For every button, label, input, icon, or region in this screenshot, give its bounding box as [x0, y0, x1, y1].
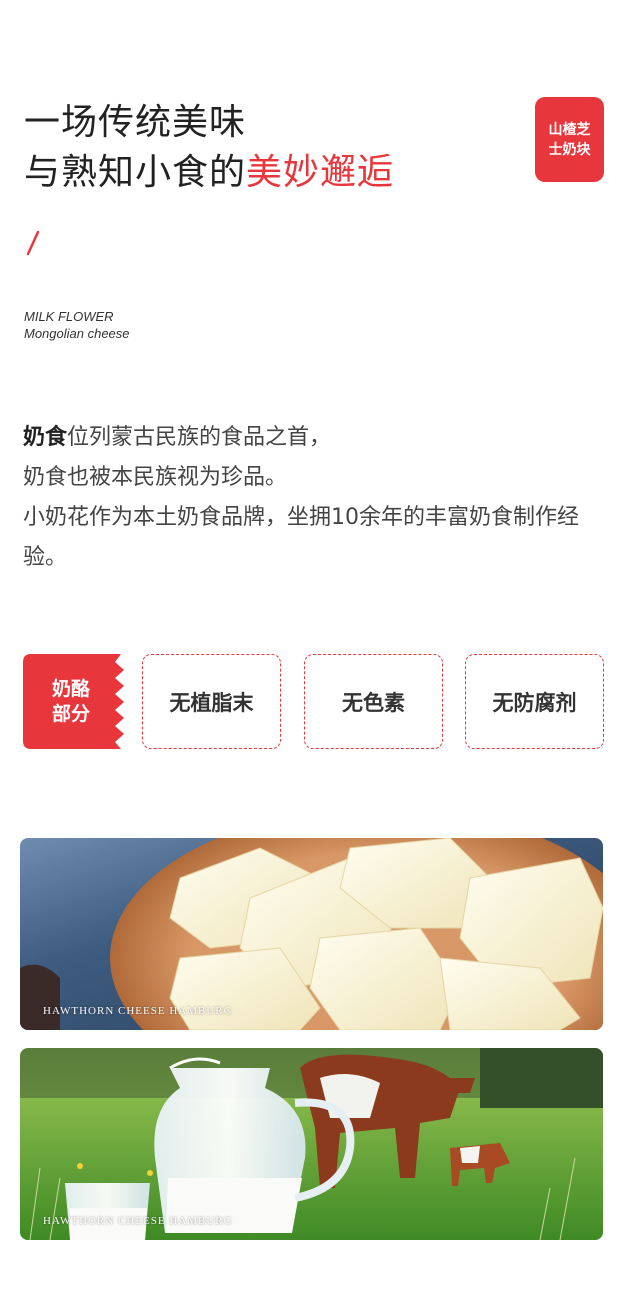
feature-no-coloring: 无色素: [304, 654, 443, 749]
photo-caption: HAWTHORN CHEESE HAMBURG: [43, 1215, 233, 1227]
cheese-cubes-photo: HAWTHORN CHEESE HAMBURG: [20, 838, 603, 1030]
headline-line-2-prefix: 与熟知小食的: [24, 152, 247, 193]
flavor-tag-line-2: 士奶块: [548, 141, 591, 158]
english-subtitle-line-1: MILK FLOWER: [24, 309, 114, 324]
english-subtitle-line-2: Mongolian cheese: [24, 326, 130, 341]
badge-line-2: 部分: [51, 702, 90, 725]
intro-paragraph: 奶食位列蒙古民族的食品之首， 奶食也被本民族视为珍品。 小奶花作为本土奶食品牌，…: [23, 418, 613, 578]
intro-line-1-rest: 位列蒙古民族的食品之首，: [67, 425, 332, 450]
slash-icon: [26, 230, 40, 256]
headline-accent: 美妙邂逅: [246, 152, 395, 193]
intro-bold-word: 奶食: [23, 425, 68, 450]
photo-caption: HAWTHORN CHEESE HAMBURG: [43, 1005, 233, 1017]
milk-and-cows-photo: HAWTHORN CHEESE HAMBURG: [20, 1048, 603, 1240]
feature-no-creamer: 无植脂末: [142, 654, 281, 749]
intro-line-2: 奶食也被本民族视为珍品。: [23, 465, 288, 490]
headline-line-1: 一场传统美味: [24, 102, 247, 143]
headline-line-2: 与熟知小食的美妙邂逅: [24, 148, 394, 198]
flavor-tag: 山楂芝 士奶块: [535, 97, 604, 182]
intro-line-3: 小奶花作为本土奶食品牌，坐拥10余年的丰富奶食制作经验。: [23, 505, 579, 570]
badge-line-1: 奶酪: [51, 677, 90, 700]
intro-line-1: 奶食位列蒙古民族的食品之首，: [23, 418, 613, 458]
product-detail-page: 一场传统美味 与熟知小食的美妙邂逅 山楂芝 士奶块 MILK FLOWER Mo…: [0, 0, 619, 1299]
flavor-tag-line-1: 山楂芝: [548, 121, 591, 138]
english-subtitle: MILK FLOWER Mongolian cheese: [24, 308, 130, 342]
cheese-section-badge: 奶酪 部分: [23, 654, 127, 749]
feature-no-preservatives: 无防腐剂: [465, 654, 604, 749]
headline: 一场传统美味 与熟知小食的美妙邂逅: [24, 98, 394, 198]
